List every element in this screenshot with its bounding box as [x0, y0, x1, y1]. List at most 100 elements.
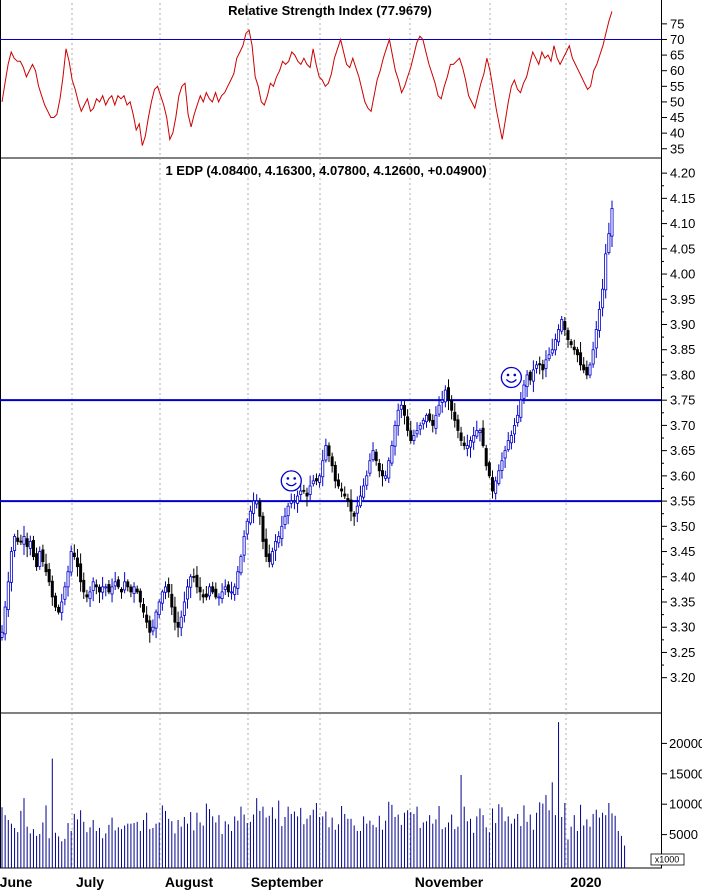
price-tick-label: 3.75 — [670, 393, 695, 408]
candle-down — [119, 588, 123, 593]
candle-up — [415, 430, 419, 435]
candle-up — [368, 460, 372, 474]
candle-up — [311, 480, 315, 485]
candle-up — [104, 586, 108, 589]
candle-down — [314, 478, 318, 482]
candle-up — [440, 399, 444, 403]
candle-up — [217, 596, 221, 599]
candle-down — [145, 614, 149, 623]
candle-up — [110, 586, 114, 595]
candle-down — [148, 620, 152, 633]
candle-up — [509, 435, 513, 444]
price-tick-label: 4.20 — [670, 166, 695, 181]
candle-up — [506, 440, 510, 451]
rsi-tick-label: 35 — [670, 141, 684, 156]
candle-down — [25, 538, 29, 547]
candle-down — [94, 584, 98, 588]
candle-down — [431, 419, 435, 426]
candle-up — [289, 500, 293, 504]
candle-down — [579, 352, 583, 366]
candle-up — [355, 505, 359, 514]
candle-up — [550, 349, 554, 354]
candle-up — [465, 445, 469, 449]
candle-down — [126, 581, 130, 588]
candle-down — [330, 456, 334, 467]
candle-up — [22, 536, 26, 545]
candle-up — [189, 576, 193, 588]
candle-down — [72, 552, 76, 557]
candle-up — [182, 601, 186, 616]
price-tick-label: 4.10 — [670, 216, 695, 231]
candle-down — [569, 341, 573, 346]
candle-down — [176, 622, 180, 628]
candle-up — [132, 586, 136, 594]
candle-up — [393, 425, 397, 447]
candle-up — [591, 349, 595, 365]
candle-up — [535, 364, 539, 369]
candle-up — [208, 586, 212, 597]
candle-up — [437, 404, 441, 415]
candle-up — [88, 591, 92, 600]
price-panel: 1 EDP (4.08400, 4.16300, 4.07800, 4.1260… — [0, 157, 695, 714]
candle-down — [582, 364, 586, 371]
rsi-tick-label: 50 — [670, 94, 684, 109]
x-axis-month-label: November — [415, 874, 484, 890]
candle-down — [192, 576, 196, 578]
candle-up — [274, 541, 278, 551]
candle-up — [610, 208, 614, 237]
candle-up — [321, 460, 325, 478]
candle-down — [327, 445, 331, 457]
candle-down — [129, 586, 133, 593]
price-title: 1 EDP (4.08400, 4.16300, 4.07800, 4.1260… — [165, 163, 486, 178]
x-axis-months: June July August September November 2020 — [0, 874, 602, 890]
rsi-tick-label: 70 — [670, 32, 684, 47]
candle-down — [141, 603, 145, 613]
candle-up — [113, 581, 117, 587]
candle-down — [340, 488, 344, 492]
candle-down — [261, 515, 265, 542]
candle-down — [346, 498, 350, 502]
candle-down — [484, 448, 488, 467]
candle-down — [204, 593, 208, 598]
candle-up — [230, 591, 234, 594]
price-tick-label: 3.85 — [670, 342, 695, 357]
volume-tick-label: 10000 — [669, 797, 702, 812]
volume-tick-label: 15000 — [669, 766, 702, 781]
candle-up — [69, 551, 73, 573]
candle-down — [198, 586, 202, 593]
candle-up — [179, 616, 183, 629]
candle-up — [421, 419, 425, 425]
candle-down — [31, 540, 35, 557]
volume-tick-label: 5000 — [669, 827, 698, 842]
price-tick-label: 3.90 — [670, 317, 695, 332]
candle-down — [575, 349, 579, 356]
candle-up — [160, 591, 164, 604]
candle-up — [513, 425, 517, 435]
candle-down — [50, 580, 54, 598]
price-tick-label: 3.80 — [670, 367, 695, 382]
candle-up — [472, 435, 476, 443]
candle-down — [82, 579, 86, 593]
candle-up — [38, 551, 42, 567]
rsi-tick-label: 45 — [670, 110, 684, 125]
candle-down — [138, 590, 142, 603]
price-tick-label: 3.30 — [670, 620, 695, 635]
candle-down — [44, 563, 48, 573]
x-axis-month-label: July — [76, 874, 104, 890]
x-axis-month-label: August — [165, 874, 214, 890]
candle-down — [97, 586, 101, 593]
candle-up — [28, 541, 32, 549]
price-tick-label: 3.55 — [670, 494, 695, 509]
candle-down — [566, 330, 570, 341]
price-tick-label: 4.15 — [670, 191, 695, 206]
candle-up — [283, 515, 287, 525]
candle-up — [9, 551, 13, 583]
candle-down — [491, 477, 495, 492]
candle-up — [601, 288, 605, 309]
candle-up — [270, 551, 274, 565]
candle-up — [478, 430, 482, 434]
candle-down — [211, 586, 215, 593]
candle-up — [245, 520, 249, 535]
price-tick-label: 4.00 — [670, 267, 695, 282]
candle-down — [79, 563, 83, 583]
